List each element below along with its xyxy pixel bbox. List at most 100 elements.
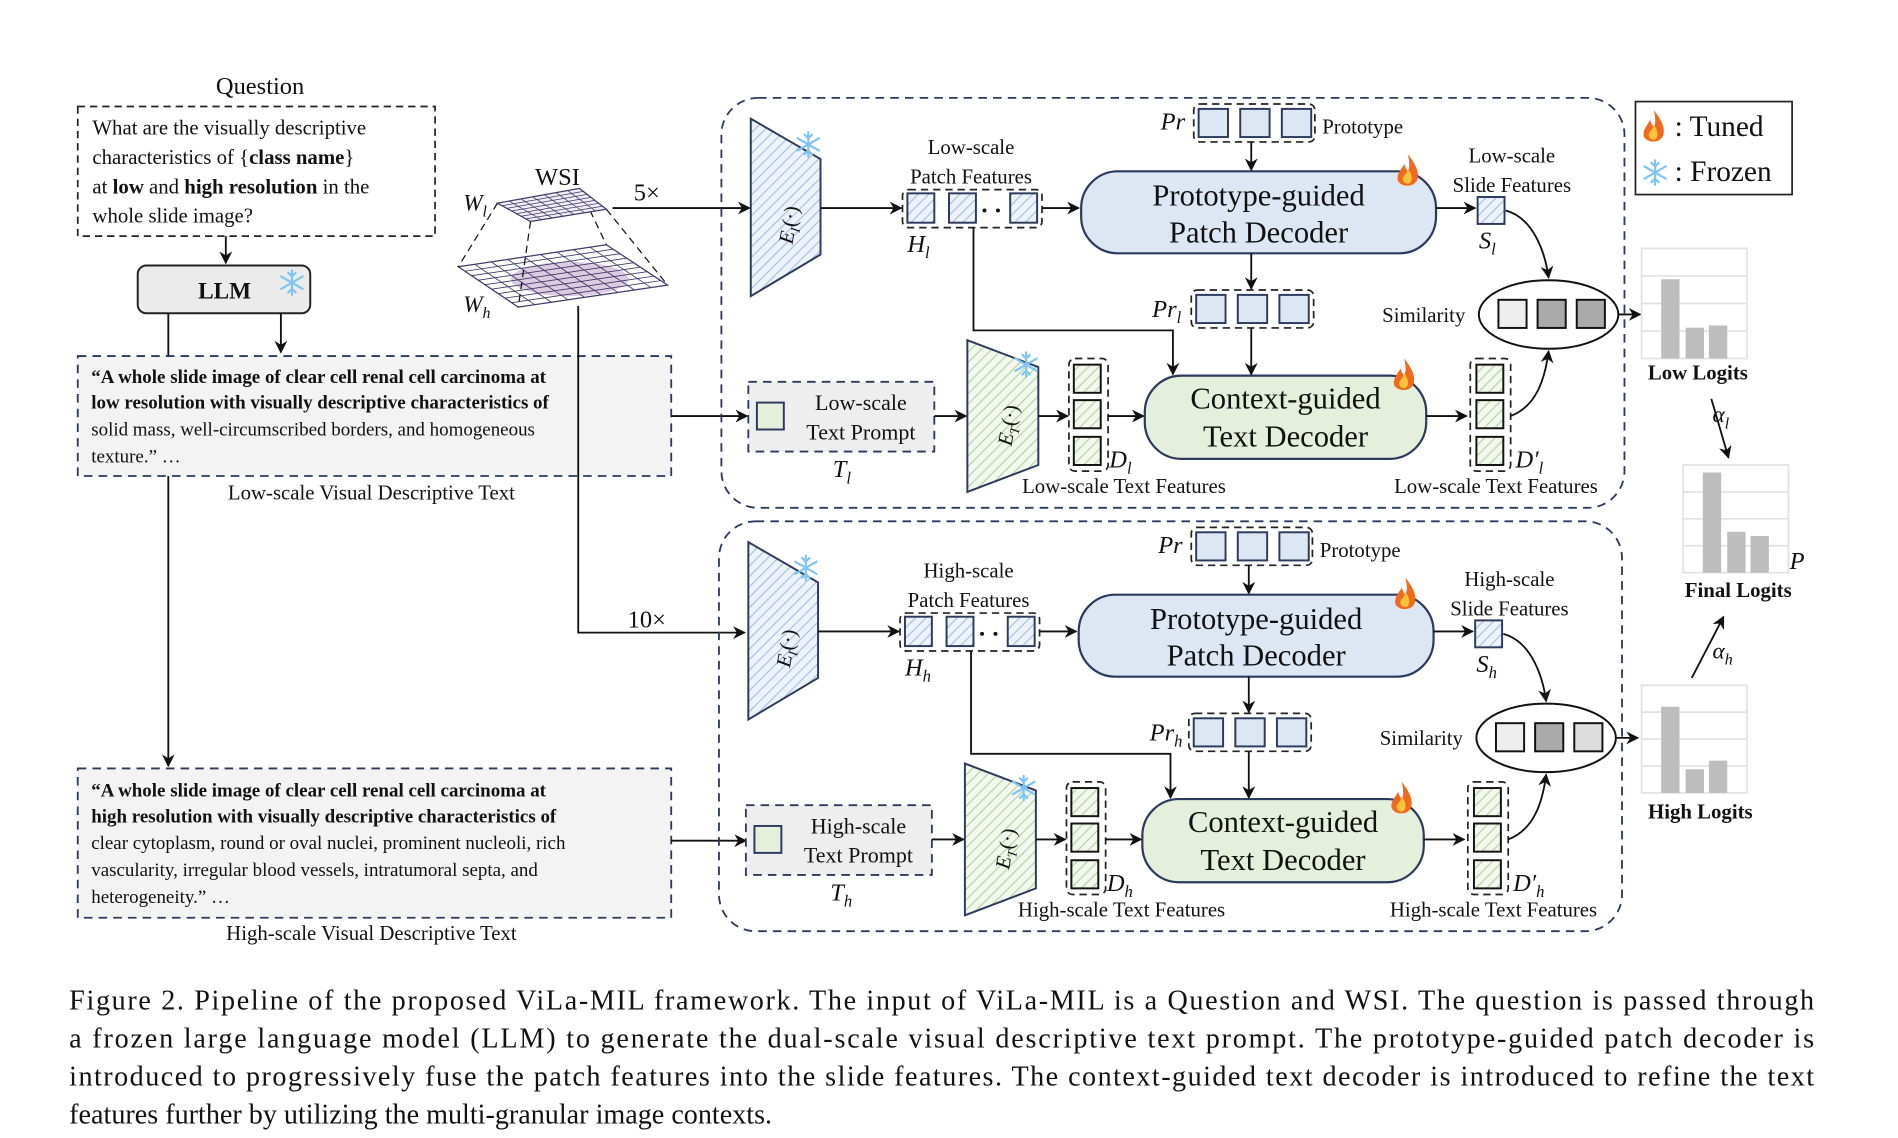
final-logits-symbol: P: [1789, 548, 1805, 575]
question-title: Question: [216, 73, 304, 100]
logit-bar: [1750, 536, 1769, 573]
similarity-score: [1575, 298, 1606, 329]
label: Slide Features: [1450, 597, 1568, 620]
svg-text:introduced to progressively fu: introduced to progressively fuse the pat…: [69, 1061, 1814, 1092]
refined-text-feature: [1472, 859, 1502, 890]
final-logits-label: Final Logits: [1685, 579, 1792, 602]
legend-frozen: : Frozen: [1675, 156, 1772, 188]
flame-icon: [1391, 781, 1412, 814]
logit-bar: [1685, 327, 1704, 359]
high-magnification-label: 10×: [628, 607, 666, 634]
label: High-scale: [1464, 568, 1554, 591]
text-feature: [1072, 435, 1102, 466]
refined-prototype-token: [1236, 293, 1269, 325]
label: Patch Decoder: [1169, 215, 1348, 249]
low-text-line: texture.” …: [91, 447, 180, 468]
text-features-symbol: Dh: [1106, 870, 1133, 901]
low-text-caption: Low-scale Visual Descriptive Text: [228, 481, 515, 504]
refined-text-feature: [1472, 822, 1502, 853]
ellipsis-dot: [980, 631, 984, 636]
refined-text-feature: [1472, 787, 1502, 818]
svg-text:features further by utilizing: features further by utilizing the multi-…: [69, 1099, 772, 1130]
svg-text:αh: αh: [1713, 638, 1733, 668]
label: Context-guided: [1190, 382, 1380, 416]
svg-text:What are the visually descript: What are the visually descriptive: [92, 117, 366, 140]
svg-text:a frozen large language model: a frozen large language model (LLM) to g…: [69, 1023, 1814, 1054]
refined-text-feature: [1475, 399, 1505, 430]
logit-bar: [1708, 760, 1728, 793]
slide-features-symbol: Sl: [1479, 227, 1496, 258]
svg-text:αl: αl: [1713, 402, 1730, 432]
low-magnification-label: 5×: [634, 180, 660, 207]
low-text-line: low resolution with visually descriptive…: [91, 393, 549, 414]
svg-text:whole slide image?: whole slide image?: [92, 205, 253, 228]
refined-prototype-symbol: Prl: [1151, 296, 1181, 327]
text-prompt-symbol: Th: [830, 880, 852, 911]
patch-feature: [948, 192, 977, 224]
patch-feature: [1009, 192, 1039, 224]
refined-prototype-token: [1192, 717, 1225, 748]
logit-bar: [1708, 325, 1728, 359]
figure: Question What are the visually descripti…: [0, 0, 1898, 1138]
text-prompt-symbol: Tl: [833, 456, 852, 487]
label: Patch Features: [910, 166, 1032, 189]
flame-icon: [1395, 577, 1416, 610]
wsi-label: WSI: [535, 164, 580, 191]
label: Low-scale: [815, 390, 907, 415]
prototype-token: [1278, 531, 1310, 562]
refined-prototype-symbol: Prh: [1149, 719, 1183, 750]
logit-bar: [1661, 706, 1680, 793]
text-prompt-token: [755, 401, 785, 431]
slide-features-symbol: Sh: [1476, 651, 1497, 682]
high-logits-label: High Logits: [1648, 801, 1753, 824]
label: High-scale Text Features: [1018, 899, 1225, 922]
low-text-line: “A whole slide image of clear cell renal…: [91, 367, 546, 388]
prototype-token: [1195, 531, 1227, 562]
llm-label: LLM: [198, 279, 251, 305]
text-feature: [1070, 859, 1100, 890]
logit-bar: [1661, 279, 1680, 359]
low-logits-label: Low Logits: [1648, 361, 1748, 384]
prototype-label: Prototype: [1320, 539, 1401, 562]
patch-feature: [945, 615, 975, 648]
prototype-token: [1239, 107, 1271, 139]
svg-text:characteristics of {class name: characteristics of {class name}: [92, 146, 354, 169]
high-scale-branch: EI(·)High-scalePatch FeaturesHhPr Prototy…: [718, 520, 1640, 933]
label: High-scale: [811, 813, 907, 838]
similarity-score: [1534, 722, 1565, 753]
svg-text:Wh: Wh: [463, 292, 490, 322]
text-feature: [1072, 399, 1102, 430]
high-text-line: heterogeneity.” …: [91, 887, 230, 908]
high-text-line: high resolution with visually descriptiv…: [91, 806, 557, 827]
refined-prototype-token: [1195, 293, 1227, 325]
low-scale-branch: EI(·)Low-scalePatch FeaturesHlPr Prototyp…: [720, 96, 1642, 509]
patch-feature: [903, 615, 933, 648]
patch-feature: [1006, 615, 1036, 648]
low-logits-chart: [1640, 247, 1748, 360]
text-prompt-token: [753, 824, 783, 854]
arrow: [1510, 349, 1554, 417]
logit-bar: [1685, 769, 1704, 793]
figure-caption: Figure 2. Pipeline of the proposed ViLa-…: [69, 986, 1814, 1131]
slide-feature: [1474, 619, 1504, 649]
logit-bar: [1727, 531, 1746, 573]
arrow: [1507, 773, 1552, 841]
label: Slide Features: [1453, 174, 1571, 197]
prototype-label: Prototype: [1322, 115, 1403, 138]
prototype-token: [1280, 107, 1313, 139]
prototype-symbol: Pr: [1157, 532, 1183, 559]
prototype-token: [1197, 107, 1229, 139]
label: Low-scale Text Features: [1394, 475, 1598, 498]
refined-text-feature: [1475, 363, 1505, 394]
refined-text-feature: [1475, 435, 1505, 466]
ellipsis-dot: [995, 208, 1000, 213]
slide-feature: [1476, 196, 1506, 225]
patch-feature: [906, 192, 936, 224]
legend-tuned: : Tuned: [1675, 111, 1764, 143]
patch-features-symbol: Hl: [906, 231, 930, 262]
similarity-label: Similarity: [1380, 727, 1464, 750]
ellipsis-dot: [993, 631, 998, 636]
flame-icon: [1397, 154, 1418, 186]
label: Low-scale: [1469, 145, 1556, 168]
similarity-score: [1494, 722, 1526, 753]
